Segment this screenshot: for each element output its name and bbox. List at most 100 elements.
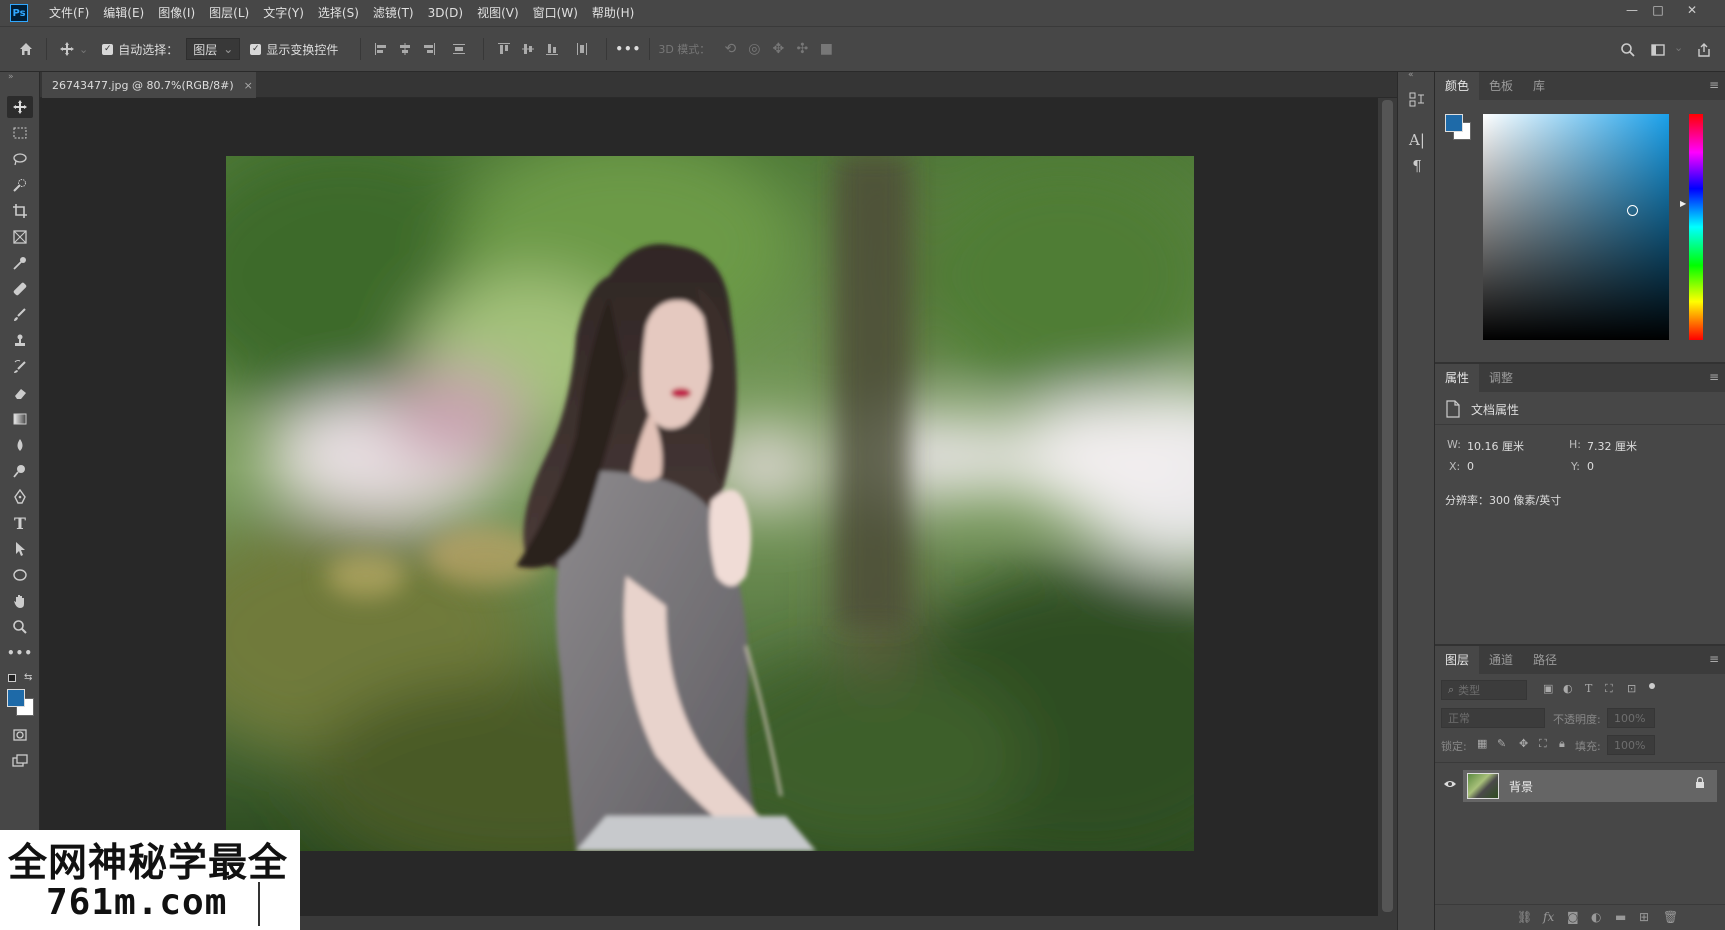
tab-libraries[interactable]: 库 xyxy=(1523,72,1555,100)
dodge-tool-icon[interactable] xyxy=(7,460,33,482)
foreground-color-swatch[interactable] xyxy=(7,689,25,707)
add-mask-icon[interactable]: ◙ xyxy=(1567,910,1579,924)
layer-filter-input[interactable]: ⌕ 类型 xyxy=(1441,680,1527,700)
quick-select-tool-icon[interactable] xyxy=(7,174,33,196)
align-middle-v-icon[interactable] xyxy=(516,37,540,61)
clone-stamp-tool-icon[interactable] xyxy=(7,330,33,352)
lock-pixels-icon[interactable]: ✎ xyxy=(1497,737,1506,750)
lock-transparent-icon[interactable]: ▦ xyxy=(1477,737,1487,750)
visibility-eye-icon[interactable] xyxy=(1443,778,1457,792)
menu-help[interactable]: 帮助(H) xyxy=(585,0,641,26)
opacity-input[interactable]: 100% xyxy=(1607,708,1655,728)
tab-channels[interactable]: 通道 xyxy=(1479,646,1523,674)
delete-layer-icon[interactable]: 🗑︎ xyxy=(1663,910,1678,924)
document-tab[interactable]: 26743477.jpg @ 80.7%(RGB/8#) × xyxy=(42,72,256,98)
link-layers-icon[interactable]: ⛓ xyxy=(1517,910,1532,924)
menu-edit[interactable]: 编辑(E) xyxy=(96,0,151,26)
lock-artboard-icon[interactable]: ⛶ xyxy=(1539,737,1547,751)
menu-window[interactable]: 窗口(W) xyxy=(526,0,585,26)
3d-pan-icon[interactable]: ✥ xyxy=(766,37,790,61)
auto-select-checkbox[interactable]: ✓ xyxy=(102,43,114,55)
search-icon[interactable] xyxy=(1616,38,1640,62)
frame-tool-icon[interactable] xyxy=(7,226,33,248)
align-right-icon[interactable] xyxy=(417,37,441,61)
blend-mode-select[interactable]: 正常 xyxy=(1441,708,1545,728)
menu-view[interactable]: 视图(V) xyxy=(470,0,526,26)
close-window-button[interactable]: ✕ xyxy=(1677,0,1707,20)
history-icon[interactable] xyxy=(1405,88,1429,112)
auto-select-dropdown[interactable]: 图层 ⌄ xyxy=(186,38,241,60)
tab-properties[interactable]: 属性 xyxy=(1435,364,1480,392)
hand-tool-icon[interactable] xyxy=(7,590,33,612)
pen-tool-icon[interactable] xyxy=(7,486,33,508)
adjustment-layer-icon[interactable]: ◐ xyxy=(1591,910,1601,924)
color-picker-marker[interactable] xyxy=(1627,205,1638,216)
distribute-vertical-icon[interactable] xyxy=(447,37,471,61)
hue-slider[interactable] xyxy=(1689,114,1703,340)
ellipse-tool-icon[interactable] xyxy=(7,564,33,586)
move-tool-preset-icon[interactable] xyxy=(55,37,79,61)
new-group-icon[interactable]: ▬ xyxy=(1615,910,1626,924)
x-value[interactable]: 0 xyxy=(1467,460,1474,473)
panel-menu-icon[interactable]: ≡ xyxy=(1709,652,1719,666)
share-icon[interactable] xyxy=(1692,38,1716,62)
type-tool-icon[interactable]: T xyxy=(7,512,33,534)
menu-filter[interactable]: 滤镜(T) xyxy=(366,0,421,26)
character-icon[interactable]: A| xyxy=(1405,128,1429,152)
align-bottom-icon[interactable] xyxy=(540,37,564,61)
align-center-h-icon[interactable] xyxy=(393,37,417,61)
distribute-horizontal-icon[interactable] xyxy=(570,37,594,61)
screen-mode-icon[interactable] xyxy=(7,750,33,772)
blur-tool-icon[interactable] xyxy=(7,434,33,456)
healing-brush-tool-icon[interactable] xyxy=(7,278,33,300)
menu-layer[interactable]: 图层(L) xyxy=(202,0,256,26)
menu-file[interactable]: 文件(F) xyxy=(42,0,96,26)
menu-image[interactable]: 图像(I) xyxy=(151,0,202,26)
filter-toggle-icon[interactable] xyxy=(1649,683,1655,689)
close-tab-icon[interactable]: × xyxy=(244,79,253,92)
width-value[interactable]: 10.16 厘米 xyxy=(1467,438,1524,454)
lock-position-icon[interactable]: ✥ xyxy=(1519,737,1528,750)
document-image[interactable] xyxy=(226,156,1194,851)
swap-colors-icon[interactable]: ⇆ xyxy=(24,672,32,683)
fill-input[interactable]: 100% xyxy=(1607,735,1655,755)
layer-style-icon[interactable]: fx xyxy=(1543,910,1554,924)
tab-adjustments[interactable]: 调整 xyxy=(1479,364,1523,392)
new-layer-icon[interactable]: ⊞ xyxy=(1639,910,1649,924)
move-tool-icon[interactable] xyxy=(7,96,33,118)
panel-menu-icon[interactable]: ≡ xyxy=(1709,78,1719,92)
tab-swatches[interactable]: 色板 xyxy=(1479,72,1523,100)
lasso-tool-icon[interactable] xyxy=(7,148,33,170)
show-transform-checkbox[interactable]: ✓ xyxy=(250,43,262,55)
lock-all-icon[interactable]: 🔒︎ xyxy=(1559,737,1565,751)
3d-orbit-icon[interactable]: ⟲ xyxy=(718,37,742,61)
3d-roll-icon[interactable]: ◎ xyxy=(742,37,766,61)
paragraph-icon[interactable]: ¶ xyxy=(1405,154,1429,178)
crop-tool-icon[interactable] xyxy=(7,200,33,222)
menu-3d[interactable]: 3D(D) xyxy=(421,0,470,26)
hue-slider-handle[interactable]: ▶ xyxy=(1680,199,1686,208)
edit-toolbar-icon[interactable]: ••• xyxy=(7,642,33,664)
menu-select[interactable]: 选择(S) xyxy=(311,0,366,26)
y-value[interactable]: 0 xyxy=(1587,460,1594,473)
gradient-tool-icon[interactable] xyxy=(7,408,33,430)
layer-row[interactable]: 背景 xyxy=(1463,770,1717,802)
tab-color[interactable]: 颜色 xyxy=(1435,72,1480,100)
history-brush-tool-icon[interactable] xyxy=(7,356,33,378)
quick-mask-icon[interactable] xyxy=(7,724,33,746)
eyedropper-tool-icon[interactable] xyxy=(7,252,33,274)
filter-adjustment-icon[interactable]: ◐ xyxy=(1563,682,1573,695)
layer-name[interactable]: 背景 xyxy=(1509,778,1533,795)
default-colors-icon[interactable] xyxy=(8,674,16,682)
more-options-button[interactable]: ••• xyxy=(615,42,641,56)
eraser-tool-icon[interactable] xyxy=(7,382,33,404)
panel-foreground-swatch[interactable] xyxy=(1445,114,1463,132)
scrollbar-thumb[interactable] xyxy=(1382,100,1393,912)
canvas-area[interactable] xyxy=(40,98,1397,916)
filter-shape-icon[interactable]: ⛶ xyxy=(1605,682,1613,696)
align-top-icon[interactable] xyxy=(492,37,516,61)
tab-paths[interactable]: 路径 xyxy=(1523,646,1567,674)
zoom-tool-icon[interactable] xyxy=(7,616,33,638)
color-picker-field[interactable] xyxy=(1483,114,1669,340)
3d-slide-icon[interactable]: ✣ xyxy=(790,37,814,61)
